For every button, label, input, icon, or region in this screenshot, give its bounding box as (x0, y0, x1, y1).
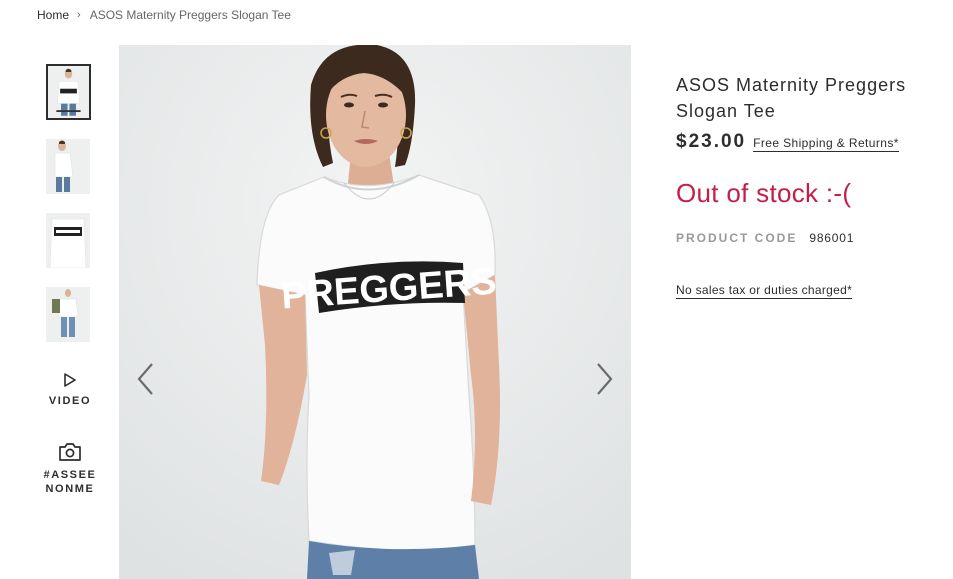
video-label: VIDEO (48, 395, 92, 407)
next-image-button[interactable] (590, 360, 620, 398)
thumbnail-front-image (48, 66, 89, 118)
play-icon (64, 373, 76, 387)
chevron-right-icon (597, 363, 613, 395)
breadcrumb-current: ASOS Maternity Preggers Slogan Tee (89, 8, 291, 22)
sales-tax-link[interactable]: No sales tax or duties charged* (676, 283, 853, 299)
main-product-image[interactable]: PREGGERS (119, 45, 631, 579)
thumbnail-list (46, 64, 92, 361)
product-details: ASOS Maternity Preggers Slogan Tee $23.0… (676, 72, 936, 299)
previous-image-button[interactable] (130, 360, 160, 398)
thumbnail-detail[interactable] (46, 213, 90, 268)
thumbnail-front[interactable] (46, 64, 91, 120)
product-price: $23.00 (676, 131, 747, 152)
model-photo: PREGGERS (119, 45, 631, 579)
video-button[interactable]: VIDEO (38, 372, 102, 408)
thumbnail-full-image (46, 287, 90, 342)
breadcrumb-home-link[interactable]: Home (37, 8, 69, 22)
price-row: $23.00 Free Shipping & Returns* (676, 131, 936, 153)
product-code-label: PRODUCT CODE (676, 231, 798, 245)
stock-status: Out of stock :-( (676, 178, 852, 208)
breadcrumb: Home › ASOS Maternity Preggers Slogan Te… (37, 8, 291, 22)
product-code-value: 986001 (809, 231, 855, 245)
asseenonme-button[interactable]: #ASSEENONME (38, 442, 102, 496)
breadcrumb-separator: › (77, 9, 81, 21)
free-shipping-link[interactable]: Free Shipping & Returns* (753, 136, 899, 152)
product-title: ASOS Maternity Preggers Slogan Tee (676, 75, 907, 121)
camera-icon (59, 443, 81, 461)
chevron-left-icon (137, 363, 153, 395)
thumbnail-full[interactable] (46, 287, 90, 342)
product-code-row: PRODUCT CODE 986001 (676, 231, 936, 245)
thumbnail-side[interactable] (46, 139, 90, 194)
thumbnail-detail-image (46, 213, 90, 268)
asseenonme-label: #ASSEENONME (43, 469, 97, 495)
thumbnail-side-image (46, 139, 90, 194)
